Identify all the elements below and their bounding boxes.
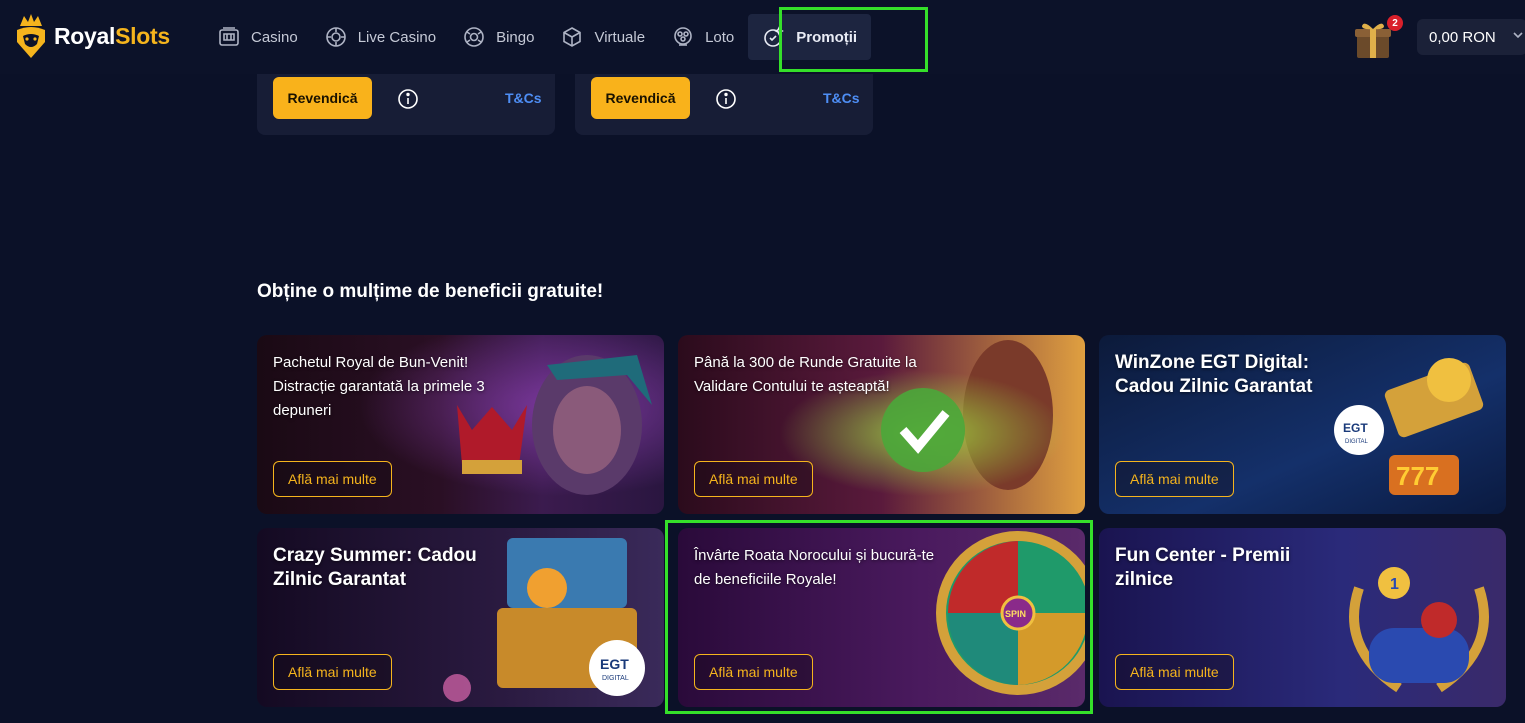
bingo-ball-icon bbox=[464, 27, 484, 47]
learn-more-button[interactable]: Află mai multe bbox=[1115, 654, 1234, 690]
brand-name: RoyalSlots bbox=[54, 23, 170, 50]
learn-more-button[interactable]: Află mai multe bbox=[694, 654, 813, 690]
promo-title: WinZone EGT Digital: Cadou Zilnic Garant… bbox=[1115, 352, 1313, 397]
nav-item-virtuale[interactable]: Virtuale bbox=[548, 14, 657, 60]
promo-card-free-spins[interactable]: Până la 300 de Runde Gratuite la Validar… bbox=[678, 335, 1085, 514]
nav-item-live-casino[interactable]: Live Casino bbox=[312, 14, 448, 60]
promo-art-trophy-number: 1 bbox=[1390, 576, 1399, 593]
tcs-link[interactable]: T&Cs bbox=[505, 90, 542, 106]
nav-label: Bingo bbox=[496, 28, 535, 46]
nav-item-bingo[interactable]: Bingo bbox=[450, 14, 546, 60]
learn-more-button[interactable]: Află mai multe bbox=[273, 654, 392, 690]
slot-machine-icon bbox=[219, 27, 239, 46]
poker-chip-icon bbox=[325, 27, 346, 47]
tcs-link[interactable]: T&Cs bbox=[823, 90, 860, 106]
top-header: RoyalSlots Casino Live Casino Bingo Virt… bbox=[0, 0, 1525, 74]
promo-card-welcome[interactable]: Pachetul Royal de Bun-Venit! Distracție … bbox=[257, 335, 664, 514]
main-nav: Casino Live Casino Bingo Virtuale Loto P… bbox=[205, 14, 873, 60]
balance-dropdown[interactable]: 0,00 RON bbox=[1417, 19, 1525, 55]
promo-art-badge-sub: DIGITAL bbox=[602, 675, 629, 682]
info-icon[interactable] bbox=[715, 88, 737, 110]
claim-button[interactable]: Revendică bbox=[591, 77, 690, 119]
promo-art-badge-sub: DIGITAL bbox=[1345, 439, 1369, 445]
promo-title: Până la 300 de Runde Gratuite la Validar… bbox=[694, 354, 917, 395]
nav-item-casino[interactable]: Casino bbox=[205, 14, 310, 60]
promo-title: Fun Center - Premii zilnice bbox=[1115, 545, 1291, 590]
lion-crown-icon bbox=[17, 14, 45, 58]
promo-title: Crazy Summer: Cadou Zilnic Garantat bbox=[273, 545, 477, 590]
claim-button[interactable]: Revendică bbox=[273, 77, 372, 119]
section-title: Obține o mulțime de beneficii gratuite! bbox=[257, 281, 604, 302]
promo-title: Pachetul Royal de Bun-Venit! Distracție … bbox=[273, 354, 485, 419]
claim-card-1: Revendică T&Cs bbox=[257, 74, 555, 135]
nav-label: Casino bbox=[251, 28, 298, 46]
nav-label: Loto bbox=[705, 28, 735, 46]
claim-card-2: Revendică T&Cs bbox=[575, 74, 873, 135]
promo-art-badge-main: EGT bbox=[1343, 421, 1368, 435]
highlight-box-nav bbox=[779, 7, 928, 72]
nav-label: Live Casino bbox=[357, 28, 437, 46]
nav-item-loto[interactable]: Loto bbox=[659, 14, 746, 60]
promo-art-badge-main: EGT bbox=[600, 656, 629, 672]
promo-art-slot-text: 777 bbox=[1396, 461, 1439, 491]
promo-card-crazy-summer[interactable]: EGT DIGITAL Crazy Summer: Cadou Zilnic G… bbox=[257, 528, 664, 707]
promo-card-fun-center[interactable]: 1 Fun Center - Premii zilnice Află mai m… bbox=[1099, 528, 1506, 707]
brand-name-royal: Royal bbox=[54, 22, 116, 49]
nav-label: Virtuale bbox=[594, 28, 646, 46]
cube-icon bbox=[563, 27, 582, 47]
gift-count-badge: 2 bbox=[1387, 15, 1403, 31]
learn-more-button[interactable]: Află mai multe bbox=[1115, 461, 1234, 497]
brand-logo[interactable]: RoyalSlots bbox=[14, 12, 170, 60]
balance-value: 0,00 RON bbox=[1429, 28, 1496, 46]
lottery-balls-icon bbox=[674, 27, 692, 46]
promo-title: Învârte Roata Norocului și bucură-te de … bbox=[694, 547, 935, 588]
info-icon[interactable] bbox=[397, 88, 419, 110]
learn-more-button[interactable]: Află mai multe bbox=[694, 461, 813, 497]
brand-name-slots: Slots bbox=[115, 22, 170, 49]
chevron-down-icon bbox=[1513, 32, 1523, 39]
learn-more-button[interactable]: Află mai multe bbox=[273, 461, 392, 497]
promo-card-winzone[interactable]: 777 EGT DIGITAL WinZone EGT Digital: Cad… bbox=[1099, 335, 1506, 514]
